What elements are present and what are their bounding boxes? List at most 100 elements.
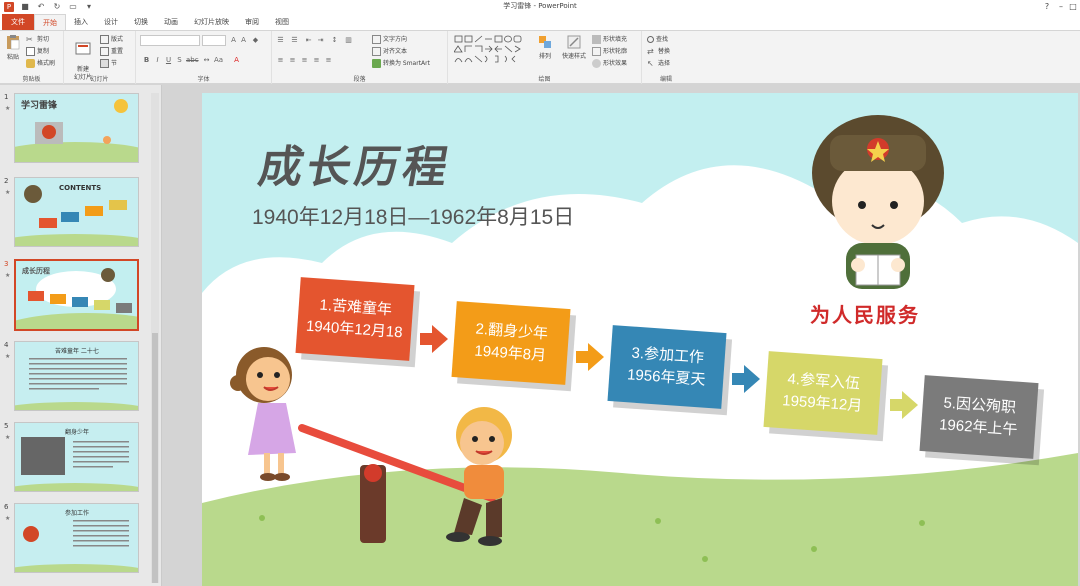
text-direction-button[interactable]: 文字方向 xyxy=(372,34,407,44)
thumbnail-slide-6[interactable]: 参加工作 xyxy=(14,503,139,573)
align-center-icon[interactable]: ≡ xyxy=(288,56,297,65)
thumbnail-slide-3[interactable]: 成长历程 xyxy=(14,259,139,331)
justify-icon[interactable]: ≡ xyxy=(312,56,321,65)
paste-button[interactable]: 粘贴 xyxy=(4,34,22,61)
scissors-icon: ✂ xyxy=(26,35,33,44)
powerpoint-app-icon[interactable]: P xyxy=(4,1,14,12)
editing-group-label: 编辑 xyxy=(659,76,672,83)
bullets-icon[interactable]: ☰ xyxy=(276,36,285,45)
timeline-step-1[interactable]: 1.苦难童年 1940年12月18 xyxy=(295,277,415,361)
select-button[interactable]: ↖ 选择 xyxy=(647,58,670,68)
thumbnail-slide-5[interactable]: 翻身少年 xyxy=(14,422,139,492)
paste-icon xyxy=(7,35,20,50)
grow-font-icon[interactable]: A xyxy=(229,36,238,45)
font-family-combo[interactable] xyxy=(140,35,200,46)
tab-slideshow[interactable]: 幻灯片放映 xyxy=(186,14,237,30)
replace-icon: ⇄ xyxy=(647,47,654,56)
restore-button[interactable]: □ xyxy=(1066,0,1080,13)
strikethrough-icon[interactable]: abc xyxy=(186,56,199,65)
format-painter-button[interactable]: 格式刷 xyxy=(26,58,55,68)
distributed-icon[interactable]: ≡ xyxy=(324,56,333,65)
layout-button[interactable]: 版式 xyxy=(100,34,123,44)
arrange-label: 排列 xyxy=(538,53,551,60)
select-label: 选择 xyxy=(658,60,671,67)
italic-icon[interactable]: I xyxy=(153,56,162,65)
thumbnail-slide-1[interactable]: 学习雷锋 xyxy=(14,93,139,163)
shape-effects-label: 形状效果 xyxy=(603,60,628,67)
slide-date-range[interactable]: 1940年12月18日—1962年8月15日 xyxy=(252,201,574,231)
tab-file[interactable]: 文件 xyxy=(2,14,34,30)
change-case-icon[interactable]: Aa xyxy=(214,56,223,65)
shapes-gallery[interactable] xyxy=(454,35,534,69)
replace-button[interactable]: ⇄ 替换 xyxy=(647,46,670,56)
align-right-icon[interactable]: ≡ xyxy=(300,56,309,65)
shrink-font-icon[interactable]: A xyxy=(239,36,248,45)
columns-icon[interactable]: ▥ xyxy=(344,36,353,45)
thumbnail-slide-2[interactable]: CONTENTS xyxy=(14,177,139,247)
section-button[interactable]: 节 xyxy=(100,58,117,68)
powerpoint-window: P ■ ↶ ↻ ▭ ▾ 学习雷锋 - PowerPoint ? – □ 文件 开… xyxy=(0,0,1080,586)
font-color-icon[interactable]: A xyxy=(232,56,241,65)
slide-title[interactable]: 成长历程 xyxy=(254,131,457,195)
find-button[interactable]: 查找 xyxy=(647,34,668,43)
arrange-button[interactable]: 排列 xyxy=(536,35,554,60)
ribbon-tabs: 文件 开始 插入 设计 切换 动画 幻灯片放映 审阅 视图 xyxy=(0,13,1080,30)
arrange-icon xyxy=(539,36,551,48)
underline-icon[interactable]: U xyxy=(164,56,173,65)
numbering-icon[interactable]: ☰ xyxy=(290,36,299,45)
shape-outline-label: 形状轮廓 xyxy=(603,48,628,55)
start-from-beginning-icon[interactable]: ▭ xyxy=(68,2,78,12)
tab-animations[interactable]: 动画 xyxy=(156,14,186,30)
tab-review[interactable]: 审阅 xyxy=(237,14,267,30)
tab-design[interactable]: 设计 xyxy=(96,14,126,30)
line-spacing-icon[interactable]: ↕ xyxy=(330,36,339,45)
cut-button[interactable]: ✂ 剪切 xyxy=(26,34,49,44)
tab-view[interactable]: 视图 xyxy=(267,14,297,30)
align-left-icon[interactable]: ≡ xyxy=(276,56,285,65)
help-button[interactable]: ? xyxy=(1040,0,1054,13)
thumbnail-3-title: 成长历程 xyxy=(22,266,50,275)
thumbnail-scrollbar[interactable] xyxy=(151,93,159,583)
scrollbar-thumb[interactable] xyxy=(152,333,158,583)
thumbnail-2-title: CONTENTS xyxy=(59,184,102,192)
redo-icon[interactable]: ↻ xyxy=(52,2,62,12)
timeline-step-4[interactable]: 4.参军入伍 1959年12月 xyxy=(763,351,883,435)
undo-icon[interactable]: ↶ xyxy=(36,2,46,12)
convert-smartart-button[interactable]: 转换为 SmartArt xyxy=(372,58,430,68)
font-group: A A ◆ B I U S abc ↔ Aa A 字体 xyxy=(136,31,272,84)
timeline-step-5[interactable]: 5.因公殉职 1962年上午 xyxy=(919,375,1039,459)
tab-home[interactable]: 开始 xyxy=(34,14,66,30)
font-group-label: 字体 xyxy=(197,76,210,83)
thumbnail-slide-4[interactable]: 苦难童年 二十七 xyxy=(14,341,139,411)
tab-insert[interactable]: 插入 xyxy=(66,14,96,30)
editing-group: 查找 ⇄ 替换 ↖ 选择 编辑 xyxy=(642,31,690,84)
shape-outline-button[interactable]: 形状轮廓 xyxy=(592,46,627,56)
drawing-group-label: 绘图 xyxy=(538,76,551,83)
increase-indent-icon[interactable]: ⇥ xyxy=(316,36,325,45)
quick-styles-button[interactable]: 快速样式 xyxy=(558,35,590,60)
tab-transitions[interactable]: 切换 xyxy=(126,14,156,30)
quick-styles-icon xyxy=(567,35,581,49)
shadow-icon[interactable]: S xyxy=(175,56,184,65)
clear-format-icon[interactable]: ◆ xyxy=(251,36,260,45)
reset-label: 重置 xyxy=(111,48,124,55)
bold-icon[interactable]: B xyxy=(142,56,151,65)
save-icon[interactable]: ■ xyxy=(20,2,30,12)
section-label: 节 xyxy=(111,60,118,67)
shape-effects-button[interactable]: 形状效果 xyxy=(592,58,627,68)
thumb-star-icon: ★ xyxy=(5,353,11,360)
copy-icon xyxy=(26,47,35,56)
current-slide[interactable]: 成长历程 1940年12月18日—1962年8月15日 为人民服务 1.苦难童年… xyxy=(202,93,1078,586)
customize-toolbar-icon[interactable]: ▾ xyxy=(84,2,94,12)
font-size-combo[interactable] xyxy=(202,35,226,46)
slogan-text[interactable]: 为人民服务 xyxy=(810,299,920,328)
copy-button[interactable]: 复制 xyxy=(26,46,49,56)
shape-fill-button[interactable]: 形状填充 xyxy=(592,34,627,44)
align-text-button[interactable]: 对齐文本 xyxy=(372,46,407,56)
timeline-step-3[interactable]: 3.参加工作 1956年夏天 xyxy=(607,325,727,409)
decrease-indent-icon[interactable]: ⇤ xyxy=(304,36,313,45)
reset-button[interactable]: 重置 xyxy=(100,46,123,56)
timeline-step-2[interactable]: 2.翻身少年 1949年8月 xyxy=(451,301,571,385)
thumb-number: 4 xyxy=(4,341,9,349)
char-spacing-icon[interactable]: ↔ xyxy=(202,56,211,65)
